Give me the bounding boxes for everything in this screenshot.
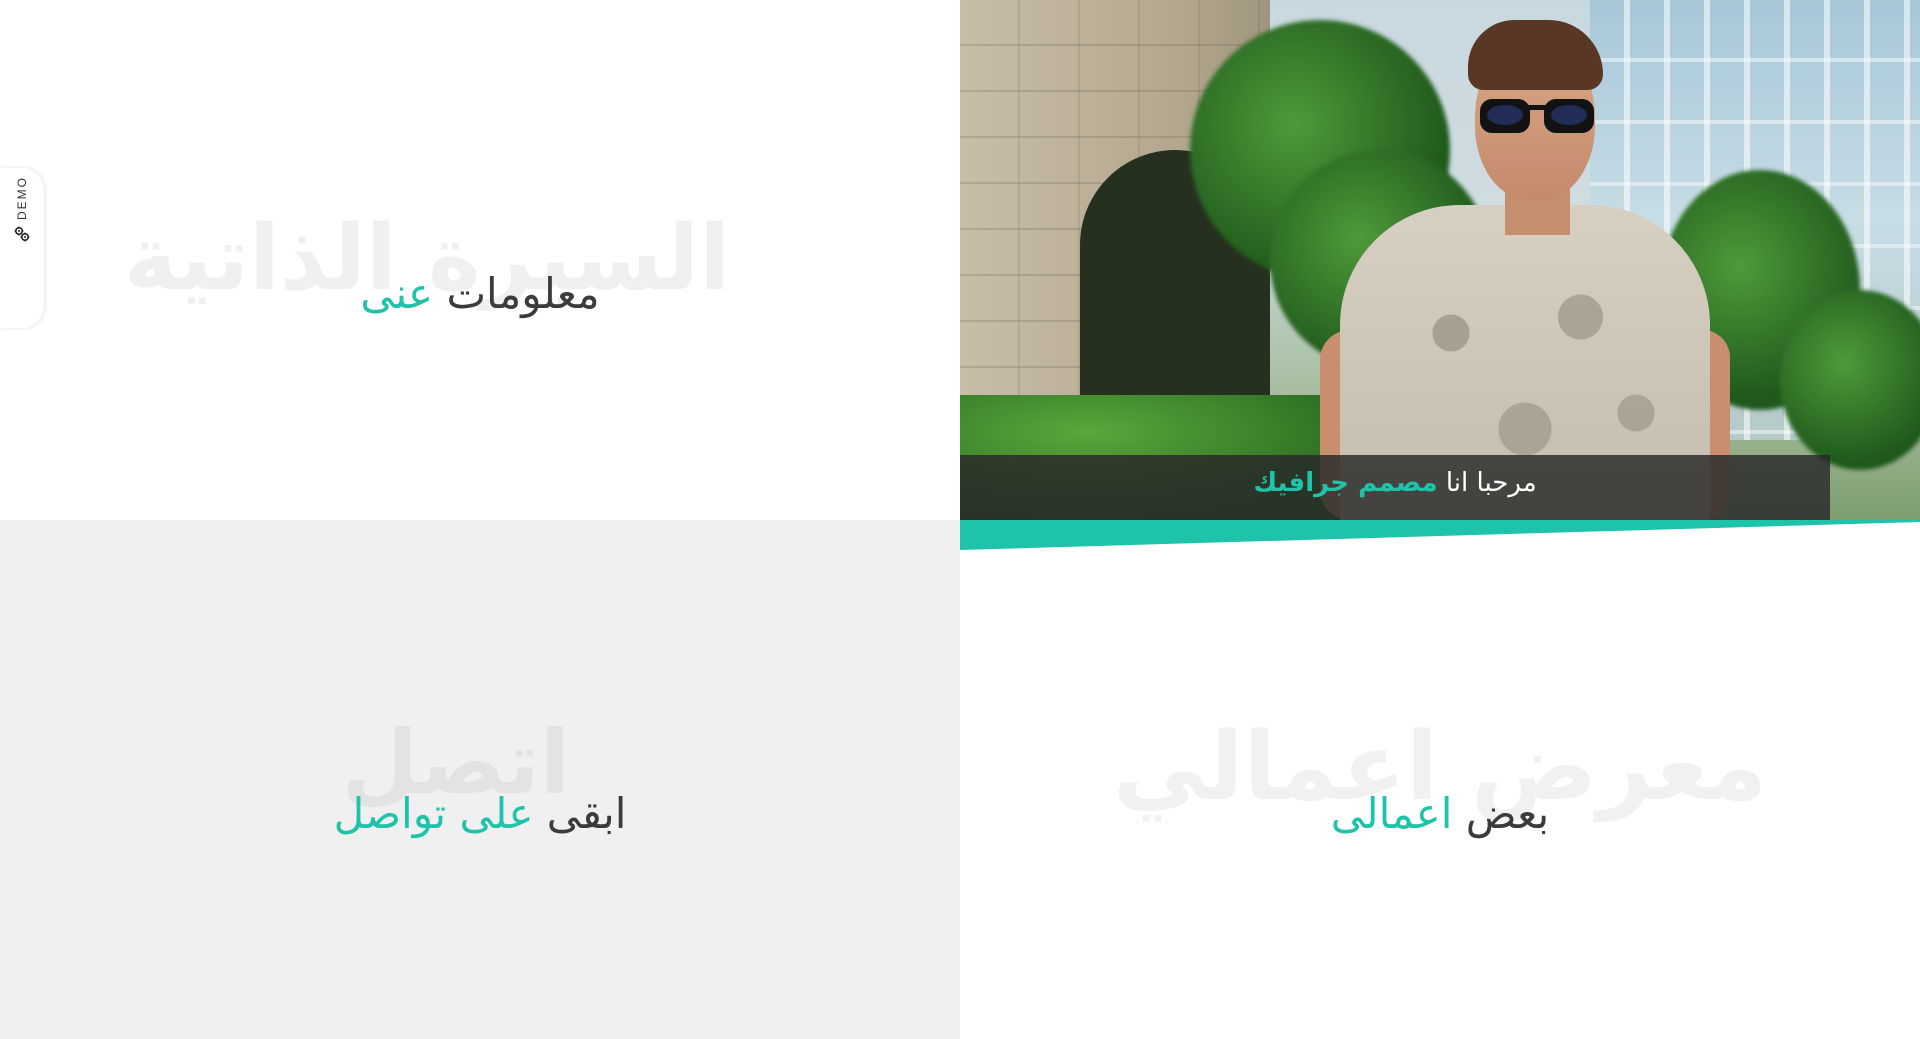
hero-caption-main: مرحبا انا bbox=[1445, 468, 1537, 498]
portfolio-heading: بعض اعمالى bbox=[960, 789, 1920, 838]
about-heading-accent: عنى bbox=[360, 268, 434, 318]
demo-tab[interactable]: DEMO bbox=[0, 168, 44, 328]
portfolio-tile[interactable]: معرض اعمالي بعض اعمالى bbox=[960, 520, 1920, 1039]
contact-heading-accent: تواصل bbox=[333, 788, 447, 838]
sunglasses-icon bbox=[1480, 99, 1594, 133]
about-tile[interactable]: السيرة الذاتية معلومات عنى bbox=[0, 0, 960, 520]
contact-tile[interactable]: اتصل ابقى على تواصل bbox=[0, 520, 960, 1039]
contact-heading-accent: على bbox=[459, 788, 534, 838]
portfolio-heading-main: بعض bbox=[1465, 788, 1550, 838]
hero-caption-accent: مصمم جرافيك bbox=[1253, 468, 1438, 498]
demo-label: DEMO bbox=[15, 176, 29, 220]
portfolio-heading-accent: اعمالى bbox=[1330, 788, 1453, 838]
demo-label-group: DEMO bbox=[10, 176, 34, 316]
hero-caption: مرحبا انا مصمم جرافيك bbox=[960, 468, 1830, 498]
home-page: السيرة الذاتية معلومات عنى مرحبا انا مصم… bbox=[0, 0, 1920, 1039]
about-heading: معلومات عنى bbox=[0, 269, 960, 318]
hero-photo-panel: مرحبا انا مصمم جرافيك bbox=[960, 0, 1920, 520]
contact-heading: ابقى على تواصل bbox=[330, 789, 630, 838]
gear-icon bbox=[14, 226, 30, 242]
about-heading-main: معلومات bbox=[446, 268, 600, 318]
contact-heading-main: ابقى bbox=[546, 788, 627, 838]
